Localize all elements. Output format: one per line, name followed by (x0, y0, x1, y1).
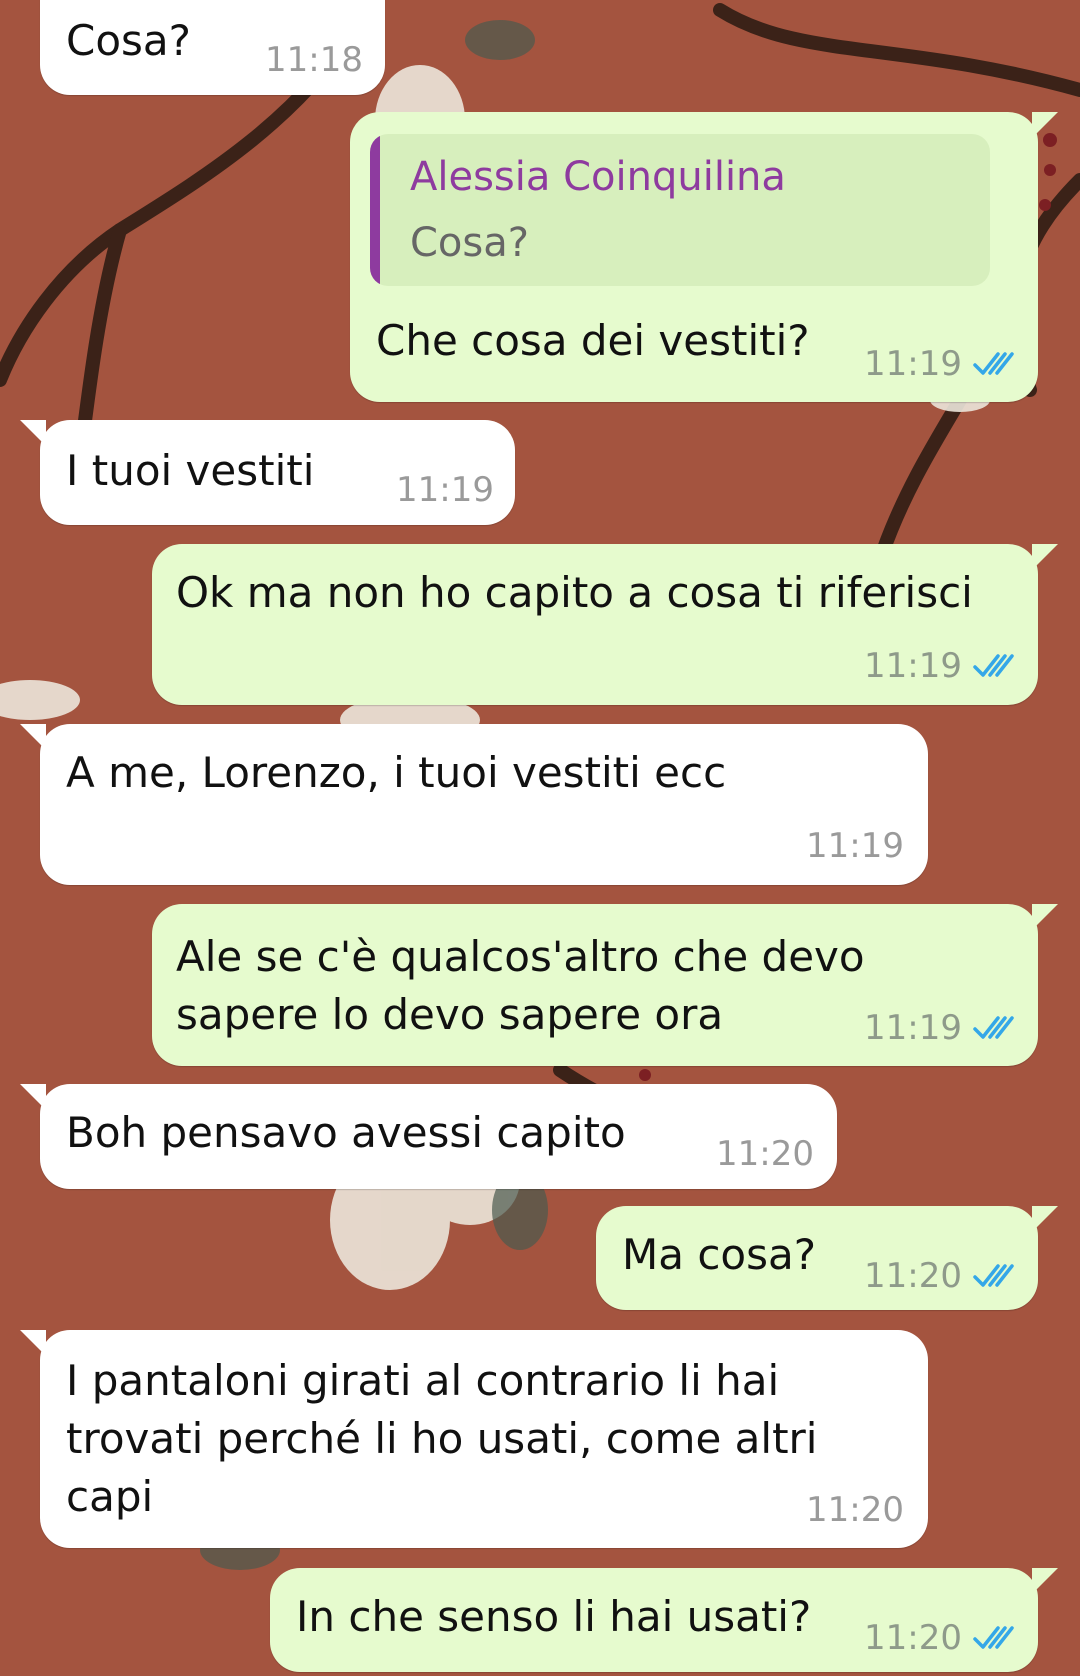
double-check-read-icon (973, 1016, 1014, 1039)
message-timestamp: 11:20 (716, 1134, 814, 1174)
message-timestamp: 11:20 (864, 1618, 1018, 1658)
message-bubble-incoming[interactable]: Boh pensavo avessi capito 11:20 (20, 1084, 837, 1189)
message-text: Ma cosa? (622, 1230, 817, 1279)
message-timestamp: 11:19 (864, 1008, 1018, 1048)
message-text-line: capi (66, 1472, 154, 1521)
message-bubble-incoming[interactable]: Cosa? 11:18 (40, 0, 385, 95)
double-check-read-icon (973, 1626, 1014, 1649)
double-check-read-icon (973, 654, 1014, 677)
message-timestamp: 11:20 (864, 1256, 1018, 1296)
message-timestamp: 11:19 (396, 470, 494, 510)
message-timestamp: 11:19 (864, 344, 1018, 384)
quoted-text: Cosa? (410, 220, 529, 266)
message-bubble-incoming[interactable]: I tuoi vestiti 11:19 (20, 420, 515, 525)
message-text: Boh pensavo avessi capito (66, 1108, 626, 1157)
message-timestamp: 11:19 (806, 826, 904, 866)
double-check-read-icon (973, 352, 1014, 375)
message-bubble-incoming[interactable]: I pantaloni girati al contrario li hai t… (20, 1330, 928, 1548)
message-bubble-incoming[interactable]: A me, Lorenzo, i tuoi vestiti ecc 11:19 (20, 724, 928, 885)
message-timestamp: 11:19 (864, 646, 1018, 686)
message-bubble-outgoing[interactable]: Ale se c'è qualcos'altro che devo sapere… (152, 904, 1058, 1066)
message-text-line: sapere lo devo sapere ora (176, 990, 724, 1039)
message-bubble-outgoing[interactable]: Alessia Coinquilina Cosa? Che cosa dei v… (350, 112, 1058, 402)
quote-accent-bar (370, 134, 380, 286)
message-text: Ok ma non ho capito a cosa ti riferisci (176, 568, 973, 617)
message-text-line: trovati perché li ho usati, come altri (66, 1414, 818, 1463)
message-text: A me, Lorenzo, i tuoi vestiti ecc (66, 748, 727, 797)
message-timestamp: 11:18 (265, 40, 363, 80)
message-text: Che cosa dei vestiti? (376, 316, 810, 365)
double-check-read-icon (973, 1264, 1014, 1287)
message-text: In che senso li hai usati? (296, 1592, 812, 1641)
message-text: Cosa? (66, 16, 191, 65)
quoted-author: Alessia Coinquilina (410, 154, 786, 200)
message-bubble-outgoing[interactable]: Ok ma non ho capito a cosa ti riferisci … (152, 544, 1058, 705)
message-text: I tuoi vestiti (66, 446, 315, 495)
message-bubble-outgoing[interactable]: In che senso li hai usati? 11:20 (270, 1568, 1058, 1672)
message-timestamp: 11:20 (806, 1490, 904, 1530)
message-bubble-outgoing[interactable]: Ma cosa? 11:20 (596, 1206, 1058, 1310)
quoted-reply[interactable]: Alessia Coinquilina Cosa? (370, 134, 990, 286)
message-text-line: I pantaloni girati al contrario li hai (66, 1356, 780, 1405)
message-text-line: Ale se c'è qualcos'altro che devo (176, 932, 865, 981)
